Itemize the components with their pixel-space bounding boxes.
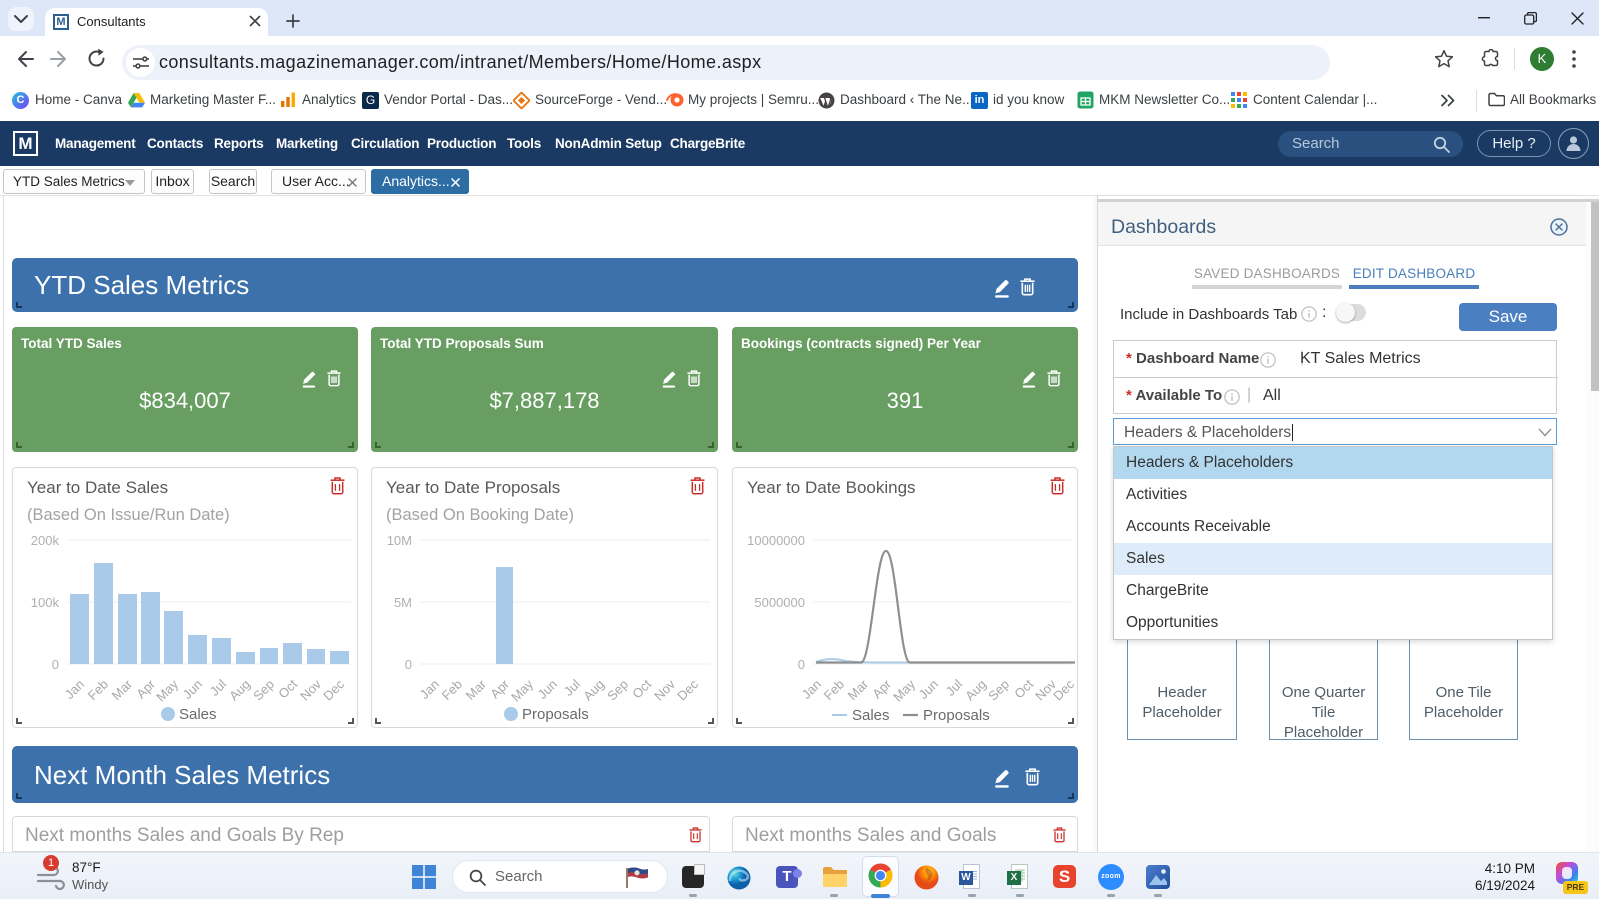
svg-text:Jul: Jul [207,676,229,698]
svg-text:May: May [508,676,536,704]
svg-text:Proposals: Proposals [923,707,990,724]
svg-text:Jan: Jan [62,677,87,702]
svg-text:10M: 10M [387,533,412,548]
svg-text:Sales: Sales [179,706,217,723]
svg-text:Jun: Jun [180,677,205,702]
svg-text:Feb: Feb [85,677,111,703]
svg-text:Feb: Feb [439,677,465,703]
svg-text:Dec: Dec [320,676,347,703]
svg-text:Oct: Oct [629,676,654,701]
svg-text:Year to Date Bookings: Year to Date Bookings [747,478,916,497]
svg-text:Jan: Jan [417,677,442,702]
svg-text:Dec: Dec [1050,676,1077,703]
svg-text:May: May [890,676,918,704]
svg-text:Year to Date Sales: Year to Date Sales [27,478,168,497]
svg-text:Jun: Jun [535,677,560,702]
svg-text:Oct: Oct [275,676,300,701]
svg-text:Apr: Apr [487,676,512,701]
svg-text:Nov: Nov [651,676,678,703]
svg-text:Sep: Sep [604,677,631,704]
svg-text:0: 0 [405,657,412,672]
svg-text:Proposals: Proposals [522,706,589,723]
svg-text:Jul: Jul [561,676,583,698]
svg-text:Jan: Jan [799,677,824,702]
svg-text:Mar: Mar [463,676,490,703]
svg-text:Dec: Dec [674,676,701,703]
svg-text:0: 0 [52,657,59,672]
svg-text:5M: 5M [394,595,412,610]
svg-text:Year to Date Proposals: Year to Date Proposals [386,478,560,497]
svg-text:Sales: Sales [852,707,890,724]
svg-text:200k: 200k [31,533,60,548]
svg-text:Mar: Mar [845,676,872,703]
svg-text:0: 0 [798,657,805,672]
svg-text:(Based On Booking Date): (Based On Booking Date) [386,506,574,524]
svg-text:Aug: Aug [226,677,253,704]
svg-text:Sep: Sep [985,677,1012,704]
svg-text:Aug: Aug [580,677,607,704]
svg-text:(Based On Issue/Run Date): (Based On Issue/Run Date) [27,506,230,524]
svg-text:5000000: 5000000 [754,595,805,610]
svg-text:Aug: Aug [962,677,989,704]
svg-text:May: May [153,676,181,704]
svg-text:Jul: Jul [943,676,965,698]
svg-text:Apr: Apr [869,676,894,701]
svg-text:100k: 100k [31,595,60,610]
svg-text:Apr: Apr [133,676,158,701]
svg-text:Sep: Sep [250,677,277,704]
svg-text:Feb: Feb [821,677,847,703]
svg-text:Nov: Nov [297,676,324,703]
svg-text:10000000: 10000000 [747,533,805,548]
svg-text:Oct: Oct [1011,676,1036,701]
svg-text:Jun: Jun [916,677,941,702]
svg-text:Mar: Mar [109,676,136,703]
